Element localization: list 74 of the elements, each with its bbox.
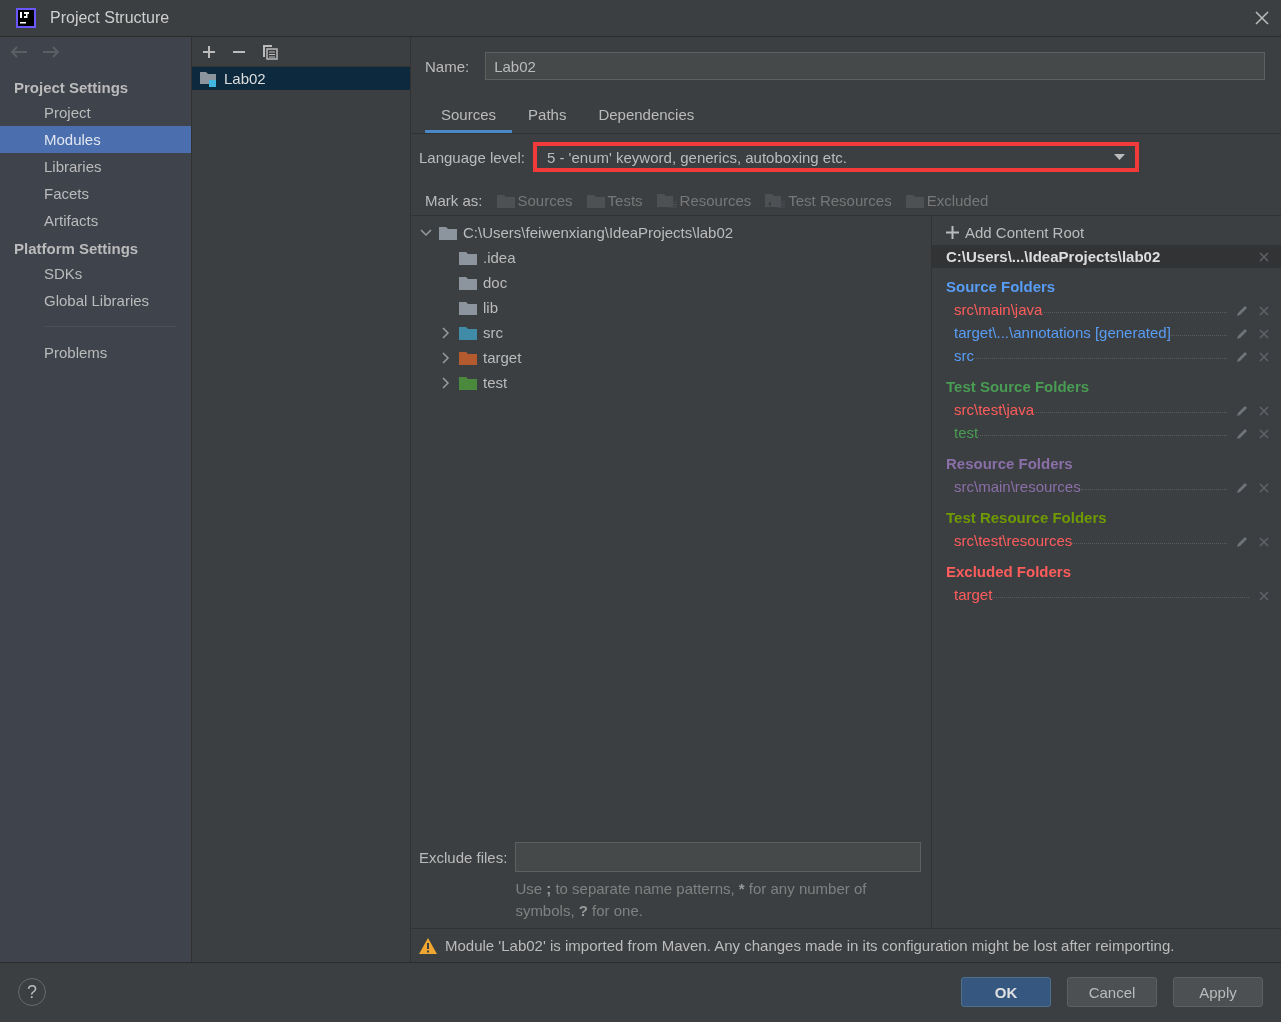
- tree-item[interactable]: doc: [483, 274, 508, 291]
- language-level-label: Language level:: [419, 148, 525, 166]
- tree-item[interactable]: src: [483, 324, 503, 341]
- exclude-files-label: Exclude files:: [419, 848, 508, 866]
- name-field[interactable]: Lab02: [485, 52, 1265, 80]
- sidebar-item[interactable]: Artifacts: [0, 207, 191, 234]
- close-icon[interactable]: [1255, 11, 1269, 25]
- folder-icon: [439, 225, 457, 240]
- name-label: Name:: [425, 57, 470, 75]
- sidebar-item[interactable]: Modules: [0, 126, 191, 153]
- tab[interactable]: Paths: [512, 100, 583, 133]
- sidebar-item[interactable]: Project: [0, 99, 191, 126]
- dropdown-arrow-icon: [1113, 154, 1125, 160]
- folder-icon: [459, 250, 477, 265]
- folder-path: target\...\annotations [generated]: [954, 324, 1171, 341]
- folder-path: src\test\java: [954, 401, 1035, 418]
- group-title: Test Resource Folders: [946, 509, 1108, 526]
- add-icon[interactable]: [202, 44, 216, 59]
- warning-icon: [419, 937, 437, 954]
- module-item[interactable]: Lab02: [192, 67, 410, 90]
- pencil-icon[interactable]: [1235, 304, 1249, 318]
- add-icon: [946, 226, 959, 239]
- back-arrow-icon[interactable]: [10, 45, 28, 59]
- folder-icon: [459, 350, 477, 365]
- folder-path: src\main\java: [954, 301, 1043, 318]
- add-content-root-button[interactable]: Add Content Root: [932, 222, 1281, 245]
- dialog-button[interactable]: Apply: [1173, 977, 1263, 1007]
- folder-path: src\main\resources: [954, 478, 1081, 495]
- sidebar-item[interactable]: Facets: [0, 180, 191, 207]
- group-title: Source Folders: [946, 278, 1057, 295]
- folder-path: target: [954, 586, 993, 603]
- copy-icon[interactable]: [262, 43, 278, 60]
- pencil-icon[interactable]: [1235, 427, 1249, 441]
- sidebar-item[interactable]: Problems: [0, 339, 191, 366]
- module-folder-icon: [200, 70, 218, 87]
- tree-item[interactable]: C:\Users\feiwenxiang\IdeaProjects\lab02: [463, 224, 734, 241]
- group-title: Test Source Folders: [946, 378, 1091, 395]
- folder-icon: [459, 275, 477, 290]
- exclude-files-field[interactable]: [515, 842, 921, 872]
- pencil-icon[interactable]: [1235, 350, 1249, 364]
- ok-button[interactable]: OK: [961, 977, 1051, 1007]
- tree-item[interactable]: .idea: [483, 249, 516, 266]
- content-root-header[interactable]: C:\Users\...\IdeaProjects\lab02: [932, 245, 1281, 268]
- group-title: Resource Folders: [946, 455, 1074, 472]
- tree-item[interactable]: test: [483, 374, 508, 391]
- language-level-dropdown[interactable]: 5 - 'enum' keyword, generics, autoboxing etc.: [532, 142, 1139, 172]
- folder-path: test: [954, 424, 979, 441]
- folder-icon: [459, 375, 477, 390]
- pencil-icon[interactable]: [1235, 404, 1249, 418]
- folder-icon: [459, 325, 477, 340]
- section-heading: Platform Settings: [13, 239, 140, 259]
- hint-text: Use ; to separate name patterns, * for any number of symbols, ? for one.: [515, 879, 868, 921]
- folder-path: src: [954, 347, 974, 364]
- sidebar-item[interactable]: Libraries: [0, 153, 191, 180]
- forward-arrow-icon[interactable]: [42, 45, 60, 59]
- pencil-icon[interactable]: [1235, 327, 1249, 341]
- tab[interactable]: Dependencies: [582, 100, 711, 133]
- folder-icon: [459, 300, 477, 315]
- tree-item[interactable]: target: [483, 349, 522, 366]
- pencil-icon[interactable]: [1235, 481, 1249, 495]
- warning-message: Module 'Lab02' is imported from Maven. Any changes made in its configuration might be lost after reimporting.: [445, 937, 1175, 954]
- sidebar-item[interactable]: Global Libraries: [0, 287, 191, 314]
- tab[interactable]: Sources: [425, 100, 513, 133]
- pencil-icon[interactable]: [1235, 535, 1249, 549]
- app-logo-icon: [16, 8, 36, 28]
- folder-path: src\test\resources: [954, 532, 1073, 549]
- mark-as-label: Mark as:: [425, 192, 483, 209]
- dialog-button[interactable]: Cancel: [1067, 977, 1157, 1007]
- sidebar-item[interactable]: SDKs: [0, 260, 191, 287]
- section-heading: Project Settings: [13, 78, 130, 98]
- help-button[interactable]: ?: [18, 978, 46, 1006]
- tree-item[interactable]: lib: [483, 299, 498, 316]
- group-title: Excluded Folders: [946, 563, 1073, 580]
- window-title: Project Structure: [50, 9, 171, 27]
